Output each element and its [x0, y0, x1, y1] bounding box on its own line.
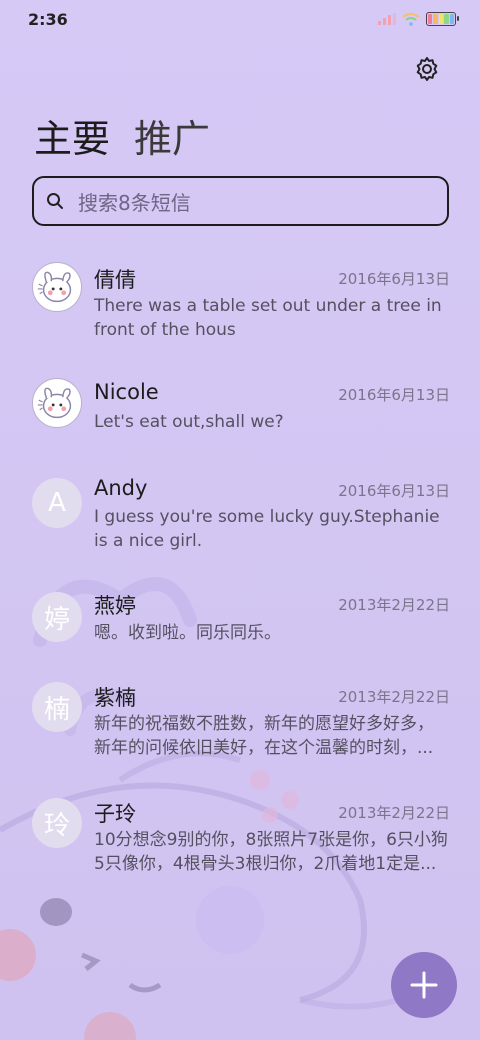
preview-line: 嗯。收到啦。同乐同乐。 [94, 623, 281, 643]
avatar: 楠 [32, 682, 82, 732]
avatar: 婷 [32, 592, 82, 642]
message-date: 2016年6月13日 [338, 482, 450, 500]
message-date: 2016年6月13日 [338, 386, 450, 404]
message-date: 2013年2月22日 [338, 804, 450, 822]
bunny-avatar-icon [37, 271, 72, 303]
conversation-item[interactable]: 玲 子玲 2013年2月22日 10分想念9别的你，8张照片7张是你，6只小狗 … [0, 796, 480, 896]
compose-button[interactable] [391, 952, 457, 1018]
plus-icon [410, 971, 438, 999]
tab-primary[interactable]: 主要 [34, 108, 110, 163]
status-icons [378, 12, 459, 26]
preview-line: 5只像你，4根骨头3根归你，2爪着地1定是... [94, 854, 437, 874]
preview-line: Let's eat out,shall we? [94, 412, 284, 432]
contact-name: 燕婷 [94, 594, 136, 618]
search-input[interactable]: 搜索8条短信 [32, 176, 449, 226]
preview-line: front of the hous [94, 320, 236, 340]
message-date: 2013年2月22日 [338, 688, 450, 706]
contact-name: 紫楠 [94, 686, 136, 710]
contact-name: Nicole [94, 380, 159, 404]
avatar: A [32, 478, 82, 528]
preview-line: is a nice girl. [94, 531, 203, 551]
message-date: 2016年6月13日 [338, 270, 450, 288]
search-placeholder: 搜索8条短信 [78, 190, 191, 215]
bunny-avatar-icon [37, 387, 72, 419]
conversation-item[interactable]: 楠 紫楠 2013年2月22日 新年的祝福数不胜数，新年的愿望好多好多， 新年的… [0, 680, 480, 780]
message-preview: 嗯。收到啦。同乐同乐。 [94, 621, 449, 645]
tab-bar: 主要 推广 [34, 108, 210, 163]
preview-line: I guess you're some lucky guy.Stephanie [94, 507, 440, 527]
conversation-item[interactable]: Nicole 2016年6月13日 Let's eat out,shall we… [0, 372, 480, 452]
contact-name: 子玲 [94, 802, 136, 826]
message-preview: 10分想念9别的你，8张照片7张是你，6只小狗 5只像你，4根骨头3根归你，2爪… [94, 828, 449, 876]
preview-line: 10分想念9别的你，8张照片7张是你，6只小狗 [94, 830, 448, 850]
gear-icon [416, 57, 438, 81]
conversation-item[interactable]: 婷 燕婷 2013年2月22日 嗯。收到啦。同乐同乐。 [0, 586, 480, 666]
preview-line: There was a table set out under a tree i… [94, 296, 442, 316]
conversation-item[interactable]: 倩倩 2016年6月13日 There was a table set out … [0, 256, 480, 356]
contact-name: Andy [94, 476, 148, 500]
wifi-icon [402, 12, 420, 26]
preview-line: 新年的祝福数不胜数，新年的愿望好多好多， [94, 714, 434, 734]
contact-name: 倩倩 [94, 268, 136, 292]
tab-promotions[interactable]: 推广 [134, 108, 210, 163]
clock: 2:36 [28, 10, 68, 29]
message-preview: I guess you're some lucky guy.Stephanie … [94, 505, 449, 553]
message-date: 2013年2月22日 [338, 596, 450, 614]
message-preview: Let's eat out,shall we? [94, 410, 449, 434]
preview-line: 新年的问候依旧美好，在这个温馨的时刻，... [94, 738, 434, 758]
battery-icon [426, 12, 459, 26]
signal-icon [378, 13, 396, 25]
message-preview: There was a table set out under a tree i… [94, 294, 449, 342]
avatar: 玲 [32, 798, 82, 848]
status-bar: 2:36 [0, 0, 480, 40]
avatar [32, 378, 82, 428]
settings-button[interactable] [414, 56, 440, 82]
search-icon [47, 193, 63, 209]
avatar [32, 262, 82, 312]
conversation-item[interactable]: A Andy 2016年6月13日 I guess you're some lu… [0, 472, 480, 572]
message-preview: 新年的祝福数不胜数，新年的愿望好多好多， 新年的问候依旧美好，在这个温馨的时刻，… [94, 712, 449, 760]
